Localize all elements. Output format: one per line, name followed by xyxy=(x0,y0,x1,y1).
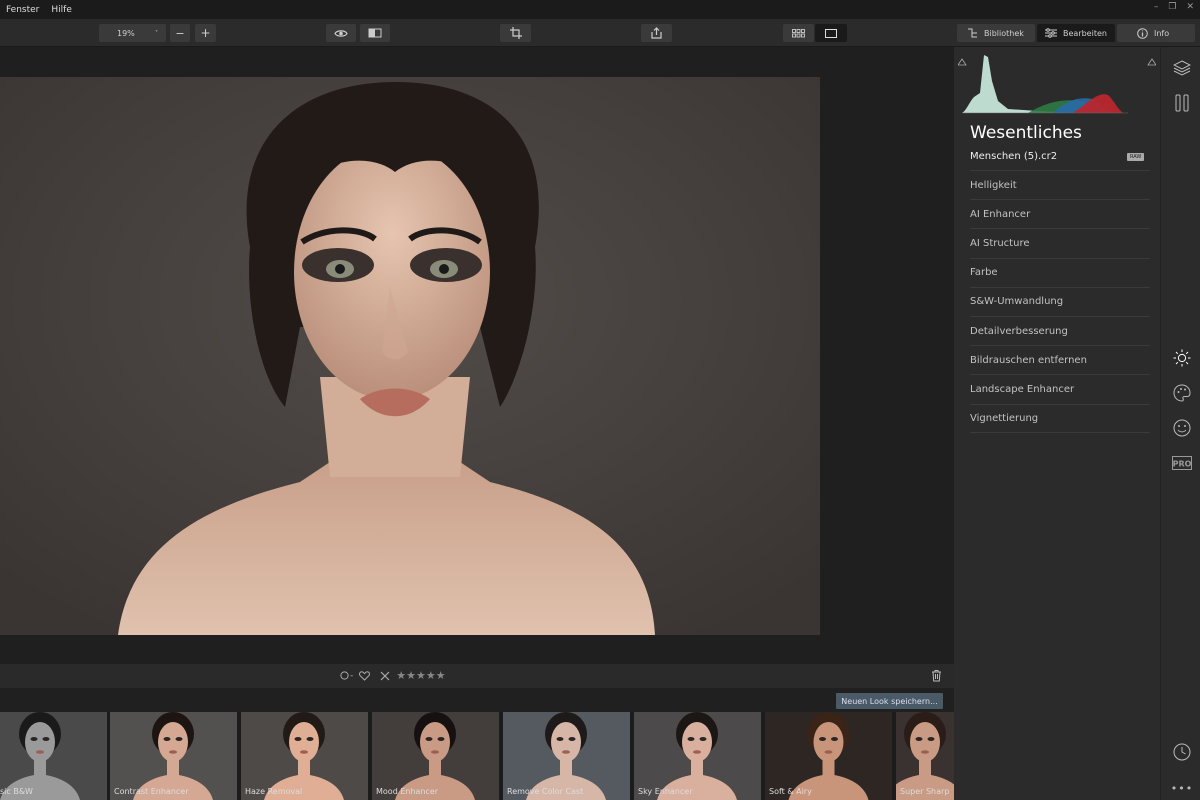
grid-icon xyxy=(792,28,805,37)
look-label: sic B&W xyxy=(0,787,33,796)
essentials-sun-icon[interactable] xyxy=(1171,347,1193,369)
panel-title: Wesentliches xyxy=(970,123,1082,143)
info-tab[interactable]: Info xyxy=(1117,24,1195,42)
main-photo[interactable] xyxy=(0,77,820,635)
split-view-icon xyxy=(368,28,382,38)
tool-item[interactable]: Detailverbesserung xyxy=(970,315,1150,345)
look-label: Haze Removal xyxy=(245,787,303,796)
look-thumbnail[interactable]: Haze Removal xyxy=(241,712,368,800)
histogram-highlight-clip-icon xyxy=(1147,58,1156,66)
share-button[interactable] xyxy=(641,24,672,42)
minimize-icon[interactable]: – xyxy=(1154,2,1159,12)
crop-button[interactable] xyxy=(500,24,531,42)
tool-item[interactable]: AI Structure xyxy=(970,228,1150,257)
look-label: Contrast Enhancer xyxy=(114,787,189,796)
single-view-button[interactable] xyxy=(815,24,847,42)
save-look-button[interactable]: Neuen Look speichern... xyxy=(836,693,943,709)
close-icon[interactable]: ✕ xyxy=(1186,2,1194,12)
eye-icon xyxy=(334,29,348,37)
tool-list: Helligkeit AI Enhancer AI Structure Farbe S&… xyxy=(970,170,1150,433)
look-label: Mood Enhancer xyxy=(376,787,439,796)
heart-icon[interactable] xyxy=(359,670,371,681)
more-icon[interactable]: ••• xyxy=(1171,777,1193,799)
look-thumbnail[interactable]: Contrast Enhancer xyxy=(110,712,237,800)
layers-icon[interactable] xyxy=(1171,57,1193,79)
icon-rail: PRO ••• xyxy=(1160,47,1200,800)
looks-filmstrip: sic B&W Contrast Enhancer Haze Removal Mood… xyxy=(0,712,954,800)
histogram xyxy=(958,55,1156,114)
rating-bar: - ★★★★★ xyxy=(0,664,954,688)
histogram-shadow-clip-icon xyxy=(958,58,967,66)
zoom-out-button[interactable]: − xyxy=(170,24,190,42)
look-label: Super Sharp xyxy=(900,787,950,796)
sliders-icon xyxy=(1045,28,1057,38)
creative-palette-icon[interactable] xyxy=(1171,382,1193,404)
file-name: Menschen (5).cr2 xyxy=(970,151,1058,162)
edit-tab[interactable]: Bearbeiten xyxy=(1037,24,1115,42)
tool-item[interactable]: AI Enhancer xyxy=(970,199,1150,228)
compare-button[interactable] xyxy=(360,24,390,42)
preview-button[interactable] xyxy=(326,24,356,42)
grid-view-button[interactable] xyxy=(783,24,814,42)
share-icon xyxy=(651,27,662,39)
menu-hilfe[interactable]: Hilfe xyxy=(45,5,77,15)
rating-controls: - ★★★★★ xyxy=(340,669,446,682)
chevron-down-icon: ˅ xyxy=(155,29,158,37)
menu-bar: Fenster Hilfe – ❐ ✕ xyxy=(0,0,1200,19)
retouch-icon[interactable] xyxy=(1171,92,1193,114)
toolbar: 19% ˅ − + Bibliothek Bearbeiten Info xyxy=(0,19,1200,47)
restore-icon[interactable]: ❐ xyxy=(1168,2,1176,12)
zoom-select[interactable]: 19% ˅ xyxy=(99,24,166,42)
color-label-icon[interactable]: - xyxy=(340,671,353,681)
portrait-image xyxy=(0,77,820,635)
minus-icon: − xyxy=(175,26,185,40)
library-label: Bibliothek xyxy=(984,28,1024,38)
look-thumbnail[interactable]: sic B&W xyxy=(0,712,107,800)
look-thumbnail[interactable]: Super Sharp xyxy=(896,712,954,800)
portrait-face-icon[interactable] xyxy=(1171,417,1193,439)
look-thumbnail[interactable]: Mood Enhancer xyxy=(372,712,499,800)
look-label: Soft & Airy xyxy=(769,787,812,796)
plus-icon: + xyxy=(200,26,211,40)
tool-item[interactable]: Vignettierung xyxy=(970,403,1150,433)
edit-label: Bearbeiten xyxy=(1063,28,1107,38)
look-thumbnail[interactable]: Soft & Airy xyxy=(765,712,892,800)
info-label: Info xyxy=(1154,28,1170,38)
reject-icon[interactable] xyxy=(380,671,390,681)
zoom-in-button[interactable]: + xyxy=(195,24,216,42)
svg-text:PRO: PRO xyxy=(1173,460,1192,469)
look-label: Remove Color Cast xyxy=(507,787,584,796)
look-thumbnail[interactable]: Sky Enhancer xyxy=(634,712,761,800)
tool-item[interactable]: Bildrauschen entfernen xyxy=(970,345,1150,374)
history-clock-icon[interactable] xyxy=(1171,741,1193,763)
menu-fenster[interactable]: Fenster xyxy=(0,5,45,15)
trash-icon[interactable] xyxy=(931,669,942,682)
crop-icon xyxy=(509,27,522,39)
look-label: Sky Enhancer xyxy=(638,787,693,796)
side-panel: Wesentliches Menschen (5).cr2 RAW Hellig… xyxy=(954,47,1160,800)
raw-badge: RAW xyxy=(1127,153,1145,161)
window-controls: – ❐ ✕ xyxy=(1154,2,1194,12)
tool-item[interactable]: S&W-Umwandlung xyxy=(970,286,1150,316)
info-icon xyxy=(1137,27,1148,39)
look-thumbnail[interactable]: Remove Color Cast xyxy=(503,712,630,800)
tool-item[interactable]: Farbe xyxy=(970,257,1150,287)
pro-icon[interactable]: PRO xyxy=(1171,452,1193,474)
zoom-value: 19% xyxy=(117,28,135,38)
star-rating[interactable]: ★★★★★ xyxy=(396,669,445,682)
color-label-dash: - xyxy=(350,670,354,681)
library-icon xyxy=(968,28,977,38)
library-tab[interactable]: Bibliothek xyxy=(957,24,1035,42)
tool-item[interactable]: Landscape Enhancer xyxy=(970,374,1150,403)
image-viewer[interactable] xyxy=(0,47,954,664)
single-view-icon xyxy=(825,28,837,38)
tool-item[interactable]: Helligkeit xyxy=(970,170,1150,199)
